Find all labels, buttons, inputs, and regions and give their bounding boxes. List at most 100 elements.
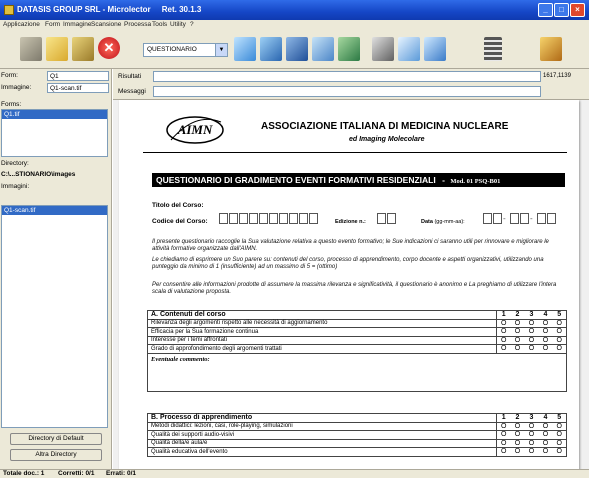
menu-scansione[interactable]: Scansione [91,21,121,28]
radio-option[interactable]: O [524,344,539,354]
document-icon[interactable] [424,37,446,61]
radio-option[interactable]: O [510,335,525,345]
radio-option[interactable]: O [538,438,553,448]
radio-option[interactable]: O [552,438,567,448]
radio-option[interactable]: O [510,344,525,354]
radio-option[interactable]: O [496,430,511,440]
image-field[interactable]: Q1-scan.tif [47,83,109,93]
radio-option[interactable]: O [552,447,567,457]
course-title-label: Titolo del Corso: [152,202,204,209]
menu-form[interactable]: Form [45,21,60,28]
radio-option[interactable]: O [510,318,525,328]
section-b-table: B. Processo di apprendimento 1 2 3 4 5 M… [147,413,567,457]
list-item[interactable]: Q1.tif [2,110,107,119]
radio-option[interactable]: O [538,318,553,328]
menu-tools[interactable]: Tools [152,21,167,28]
header-model: Mod. 01 PSQ-B01 [450,178,501,185]
export-icon[interactable] [338,37,360,61]
radio-option[interactable]: O [496,438,511,448]
radio-option[interactable]: O [538,430,553,440]
radio-option[interactable]: O [524,421,539,431]
other-directory-button[interactable]: Altra Directory [10,449,102,461]
radio-option[interactable]: O [510,447,525,457]
scale-2: 2 [510,413,525,423]
default-directory-button[interactable]: Directory di Default [10,433,102,445]
comment-box[interactable]: Eventuale commento: [147,352,567,392]
menu-processa[interactable]: Processa [124,21,151,28]
radio-option[interactable]: O [552,344,567,354]
checklist-icon[interactable] [398,37,420,61]
radio-option[interactable]: O [538,421,553,431]
radio-option[interactable]: O [510,438,525,448]
radio-option[interactable]: O [552,430,567,440]
monitor-icon[interactable] [260,37,282,61]
menu-applicazione[interactable]: Applicazione [3,21,40,28]
images-list[interactable]: Q1-scan.tif [1,205,108,428]
radio-option[interactable]: O [510,430,525,440]
radio-option[interactable]: O [496,327,511,337]
date-label: Data (gg-mm-aa): [421,219,465,225]
grid-icon[interactable] [484,37,502,61]
stop-icon[interactable]: ✕ [98,37,120,59]
radio-option[interactable]: O [552,421,567,431]
radio-option[interactable]: O [496,447,511,457]
menu-utility[interactable]: Utility [170,21,186,28]
form-field[interactable]: Q1 [47,71,109,81]
row-label: Qualità educativa dell'evento [147,447,497,457]
radio-option[interactable]: O [552,335,567,345]
chevron-down-icon[interactable]: ▼ [215,44,227,56]
minimize-button[interactable]: _ [538,3,553,17]
radio-option[interactable]: O [538,327,553,337]
printer-icon[interactable] [372,37,394,61]
radio-option[interactable]: O [496,318,511,328]
edition-boxes [377,213,396,224]
scale-5: 5 [552,413,567,423]
folder-open-icon[interactable] [46,37,68,61]
select-value: QUESTIONARIO [147,46,197,53]
page-icon[interactable] [234,37,256,61]
radio-option[interactable]: O [524,447,539,457]
document-viewer[interactable]: AIMN ASSOCIAZIONE ITALIANA DI MEDICINA N… [113,99,589,470]
radio-option[interactable]: O [510,327,525,337]
scale-1: 1 [496,413,511,423]
messages-field[interactable] [153,86,541,97]
radio-option[interactable]: O [524,318,539,328]
table-row: Grado di approfondimento degli argomenti… [147,344,567,354]
radio-option[interactable]: O [538,335,553,345]
messages-label: Messaggi [118,88,146,95]
menu-help[interactable]: ? [190,21,194,28]
radio-option[interactable]: O [538,447,553,457]
radio-option[interactable]: O [524,438,539,448]
radio-option[interactable]: O [552,327,567,337]
forms-list[interactable]: Q1.tif [1,109,108,157]
close-button[interactable]: × [570,3,585,17]
radio-option[interactable]: O [524,430,539,440]
row-label: Metodi didattici: lezioni, casi, role-pl… [147,421,497,431]
directory-path: C:\...STIONARIO\images [1,171,76,178]
aimn-logo: AIMN [166,116,224,144]
book-icon[interactable] [312,37,334,61]
menu-immagine[interactable]: Immagine [63,21,92,28]
radio-option[interactable]: O [510,421,525,431]
radio-option[interactable]: O [496,421,511,431]
radio-option[interactable]: O [538,344,553,354]
results-label: Risultati [118,73,142,80]
exit-icon[interactable] [540,37,562,61]
radio-option[interactable]: O [524,335,539,345]
questionnaire-select[interactable]: QUESTIONARIO ▼ [143,43,228,57]
date-format: (gg-mm-aa): [434,219,465,225]
maximize-button[interactable]: □ [554,3,569,17]
list-item[interactable]: Q1-scan.tif [2,206,107,215]
table-row: Qualità della/e aula/e O O O O O [147,438,567,448]
computer-icon[interactable] [286,37,308,61]
radio-option[interactable]: O [524,327,539,337]
table-row: Qualità educativa dell'evento O O O O O [147,447,567,457]
radio-option[interactable]: O [496,344,511,354]
download-icon[interactable] [72,37,94,61]
table-row: Rilevanza degli argomenti rispetto alle … [147,318,567,328]
radio-option[interactable]: O [496,335,511,345]
scanner-icon[interactable] [20,37,42,61]
radio-option[interactable]: O [552,318,567,328]
results-field[interactable] [153,71,541,82]
table-row: Qualità dei supporti audio-visivi O O O O O [147,430,567,440]
